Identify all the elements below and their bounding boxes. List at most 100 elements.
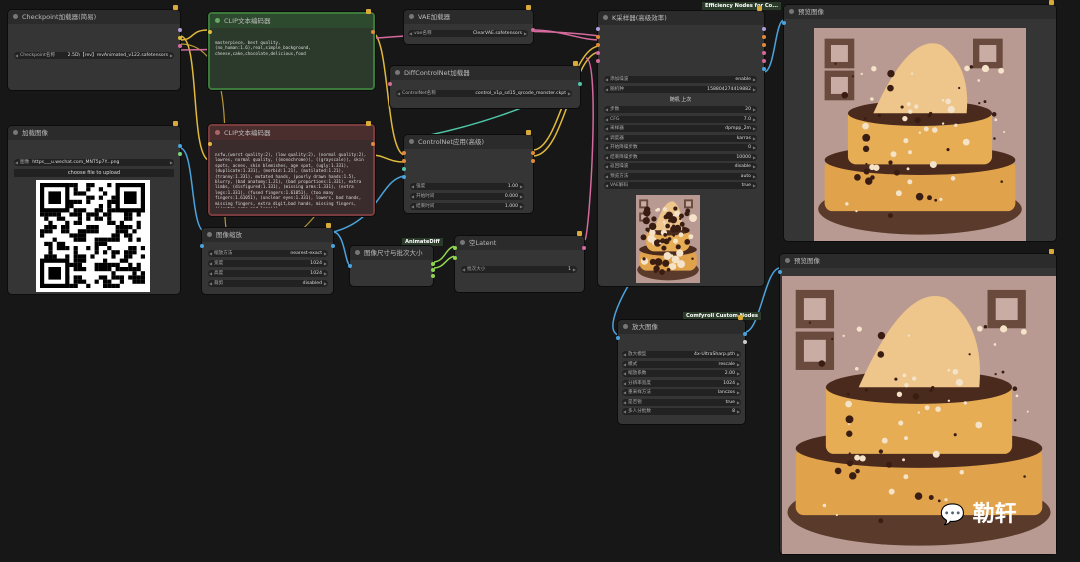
widget-value: karras [736, 135, 751, 141]
upscale-param-widget[interactable]: 多人分批数 8 [622, 408, 741, 415]
widget-label: 重采样方法 [628, 390, 651, 395]
controlnet-apply-node[interactable]: ControlNet应用(高级) 强度1.00 开始时间0.000 结束时间1.… [402, 130, 535, 213]
upscale-image-node[interactable]: 放大图像 放大模型 4x-UltraSharp.pth 模式 rescale 缩放系数 2… [616, 315, 747, 424]
widget-value: 2.00 [724, 371, 735, 376]
ckpt-name-widget[interactable]: Checkpoint名称 2.5D\【rev】revAnimated_v122.… [14, 52, 174, 59]
upscale-param-widget[interactable]: 模式 rescale [622, 360, 741, 368]
widget-label: vae名称 [414, 31, 432, 36]
load-image-node[interactable]: 加载图像 图像 https___u.wechat.com_MNT5p7Y...p… [8, 121, 182, 294]
widget-label: 放大模型 [628, 352, 647, 357]
widget-label: 开始降噪步数 [610, 145, 638, 150]
qr-code-image [36, 180, 150, 292]
clip-text-positive-node[interactable]: CLIP文本编码器 masterpiece, best quality, (no… [208, 9, 375, 90]
node-title: 预览图像 [794, 257, 820, 265]
ksampler-param-widget[interactable]: CFG 7.0 [604, 115, 757, 123]
ksampler-param-widget[interactable]: 步数 20 [604, 106, 757, 113]
widget-value: 4x-UltraSharp.pth [694, 352, 735, 357]
node-title: DiffControlNet加载器 [404, 69, 470, 77]
strength-widget[interactable]: 强度1.00 [410, 183, 524, 190]
widget-label: 采样器 [610, 126, 624, 131]
widget-value: 0 [748, 145, 751, 150]
node-title: ControlNet应用(高级) [418, 138, 484, 146]
node-title: 放大图像 [632, 323, 658, 331]
widget-value: rescale [718, 361, 735, 367]
add-noise-widget[interactable]: 添加噪波enable [604, 76, 757, 83]
node-title: K采样器(高级效率) [612, 14, 667, 22]
ksampler-param-widget[interactable]: 采样器 dpmpp_2m [604, 125, 757, 132]
crop-widget[interactable]: 裁剪disabled [208, 280, 328, 287]
node-title: Checkpoint加载器(简易) [22, 13, 97, 21]
widget-value: 20 [745, 107, 751, 112]
ksampler-node[interactable]: K采样器(高级效率) 添加噪波enable 随机种158804274419882… [596, 6, 766, 286]
height-widget[interactable]: 高度1024 [208, 270, 328, 277]
node-title: 加载图像 [22, 129, 48, 137]
node-title: CLIP文本编码器 [224, 17, 271, 25]
upload-button[interactable]: choose file to upload [14, 169, 174, 177]
ksampler-param-widget[interactable]: 返回噪波 disable [604, 163, 757, 170]
diff-controlnet-loader-node[interactable]: DiffControlNet加载器 ControlNet名称 control_v… [388, 61, 582, 108]
widget-label: 返回噪波 [610, 164, 629, 169]
widget-value: 7.0 [743, 116, 751, 122]
ksampler-param-widget[interactable]: 结束降噪步数 10000 [604, 153, 757, 161]
widget-label: 多人分批数 [628, 409, 651, 414]
image-file-widget[interactable]: 图像 https___u.wechat.com_MNT5p7Y...png [14, 159, 174, 166]
animatediff-tag: AnimateDiff [402, 238, 443, 246]
widget-label: 结束降噪步数 [610, 154, 638, 160]
upscale-param-widget[interactable]: 缩放系数 2.00 [622, 370, 741, 377]
widget-label: 分辨率宽度 [628, 380, 651, 386]
ksampler-param-widget[interactable]: 开始降噪步数 0 [604, 144, 757, 151]
widget-value: true [741, 183, 751, 188]
negative-prompt-text[interactable]: nsfw,(worst quality:2), (low quality:2),… [215, 152, 367, 208]
upscale-param-widget[interactable]: 分辨率宽度 1024 [622, 379, 741, 387]
controlnet-name-widget[interactable]: ControlNet名称 control_v1p_sd15_qrcode_mon… [396, 90, 572, 97]
watermark-text: 勒轩 [972, 502, 1017, 527]
vae-loader-node[interactable]: VAE加载器 vae名称 ClearVAE.safetensors [404, 5, 535, 44]
upscale-param-widget[interactable]: 放大模型 4x-UltraSharp.pth [622, 351, 741, 358]
upscale-param-widget[interactable]: 重采样方法 lanczos [622, 389, 741, 396]
widget-label: 缩放系数 [628, 371, 647, 376]
seed-controls[interactable]: 随机 上次 [604, 96, 757, 103]
preview-image-node-1[interactable]: 预览图像 [782, 0, 1056, 241]
ksampler-param-widget[interactable]: 调度器 karras [604, 134, 757, 142]
widget-label: 是否锐 [628, 399, 642, 405]
upscale-method-widget[interactable]: 缩放方法nearest-exact [208, 250, 328, 257]
positive-prompt-text[interactable]: masterpiece, best quality, (no_human:1.6… [215, 40, 365, 80]
image-scale-node[interactable]: 图像缩放 缩放方法nearest-exact 宽度1024 高度1024 裁剪d… [200, 223, 335, 294]
seed-widget[interactable]: 随机种158804274419882 [604, 86, 757, 93]
widget-value: auto [740, 173, 751, 179]
node-title: CLIP文本编码器 [224, 129, 271, 137]
ksampler-param-widget[interactable]: 预览方法 auto [604, 172, 757, 180]
widget-value: disable [734, 164, 751, 169]
watermark: 💬 勒轩 [940, 496, 1017, 528]
widget-value: dpmpp_2m [725, 126, 751, 131]
widget-value: lanczos [717, 390, 735, 395]
node-canvas[interactable]: Checkpoint加载器(简易) Checkpoint名称 2.5D\【rev… [0, 0, 1080, 562]
cake-preview-image-1 [814, 28, 1026, 241]
widget-value: control_v1p_sd15_qrcode_monster.ckpt [475, 91, 566, 96]
widget-label: VAE解码 [610, 183, 629, 188]
widget-label: 预览方法 [610, 173, 629, 179]
node-title: 空Latent [469, 239, 497, 247]
widget-value: 1024 [723, 380, 735, 386]
sampler-preview-image [636, 195, 700, 283]
checkpoint-loader-node[interactable]: Checkpoint加载器(简易) Checkpoint名称 2.5D\【rev… [8, 5, 182, 90]
widget-value: 8 [732, 409, 735, 414]
wechat-icon: 💬 [940, 502, 965, 526]
clip-text-negative-node[interactable]: CLIP文本编码器 nsfw,(worst quality:2), (low q… [208, 121, 375, 216]
widget-value: true [725, 399, 735, 405]
efficiency-tag: Efficiency Nodes for Co... [702, 2, 782, 10]
start-percent-widget[interactable]: 开始时间0.000 [410, 193, 524, 200]
empty-latent-node[interactable]: 空Latent 批次大小1 [453, 231, 586, 292]
image-size-batch-node[interactable]: 图像尺寸与批次大小 [348, 246, 435, 286]
ksampler-param-widget[interactable]: VAE解码 true [604, 182, 757, 189]
batch-size-widget[interactable]: 批次大小1 [461, 266, 577, 273]
end-percent-widget[interactable]: 结束时间1.000 [410, 203, 524, 210]
widget-label: CFG [610, 116, 620, 122]
node-title: VAE加载器 [418, 13, 451, 21]
widget-value: 2.5D\【rev】revAnimated_v122.safetensors [67, 53, 168, 58]
vae-name-widget[interactable]: vae名称 ClearVAE.safetensors [408, 30, 528, 37]
upscale-param-widget[interactable]: 是否锐 true [622, 398, 741, 406]
width-widget[interactable]: 宽度1024 [208, 260, 328, 267]
node-title: 图像缩放 [216, 231, 242, 239]
widget-label: Checkpoint名称 [20, 53, 56, 58]
